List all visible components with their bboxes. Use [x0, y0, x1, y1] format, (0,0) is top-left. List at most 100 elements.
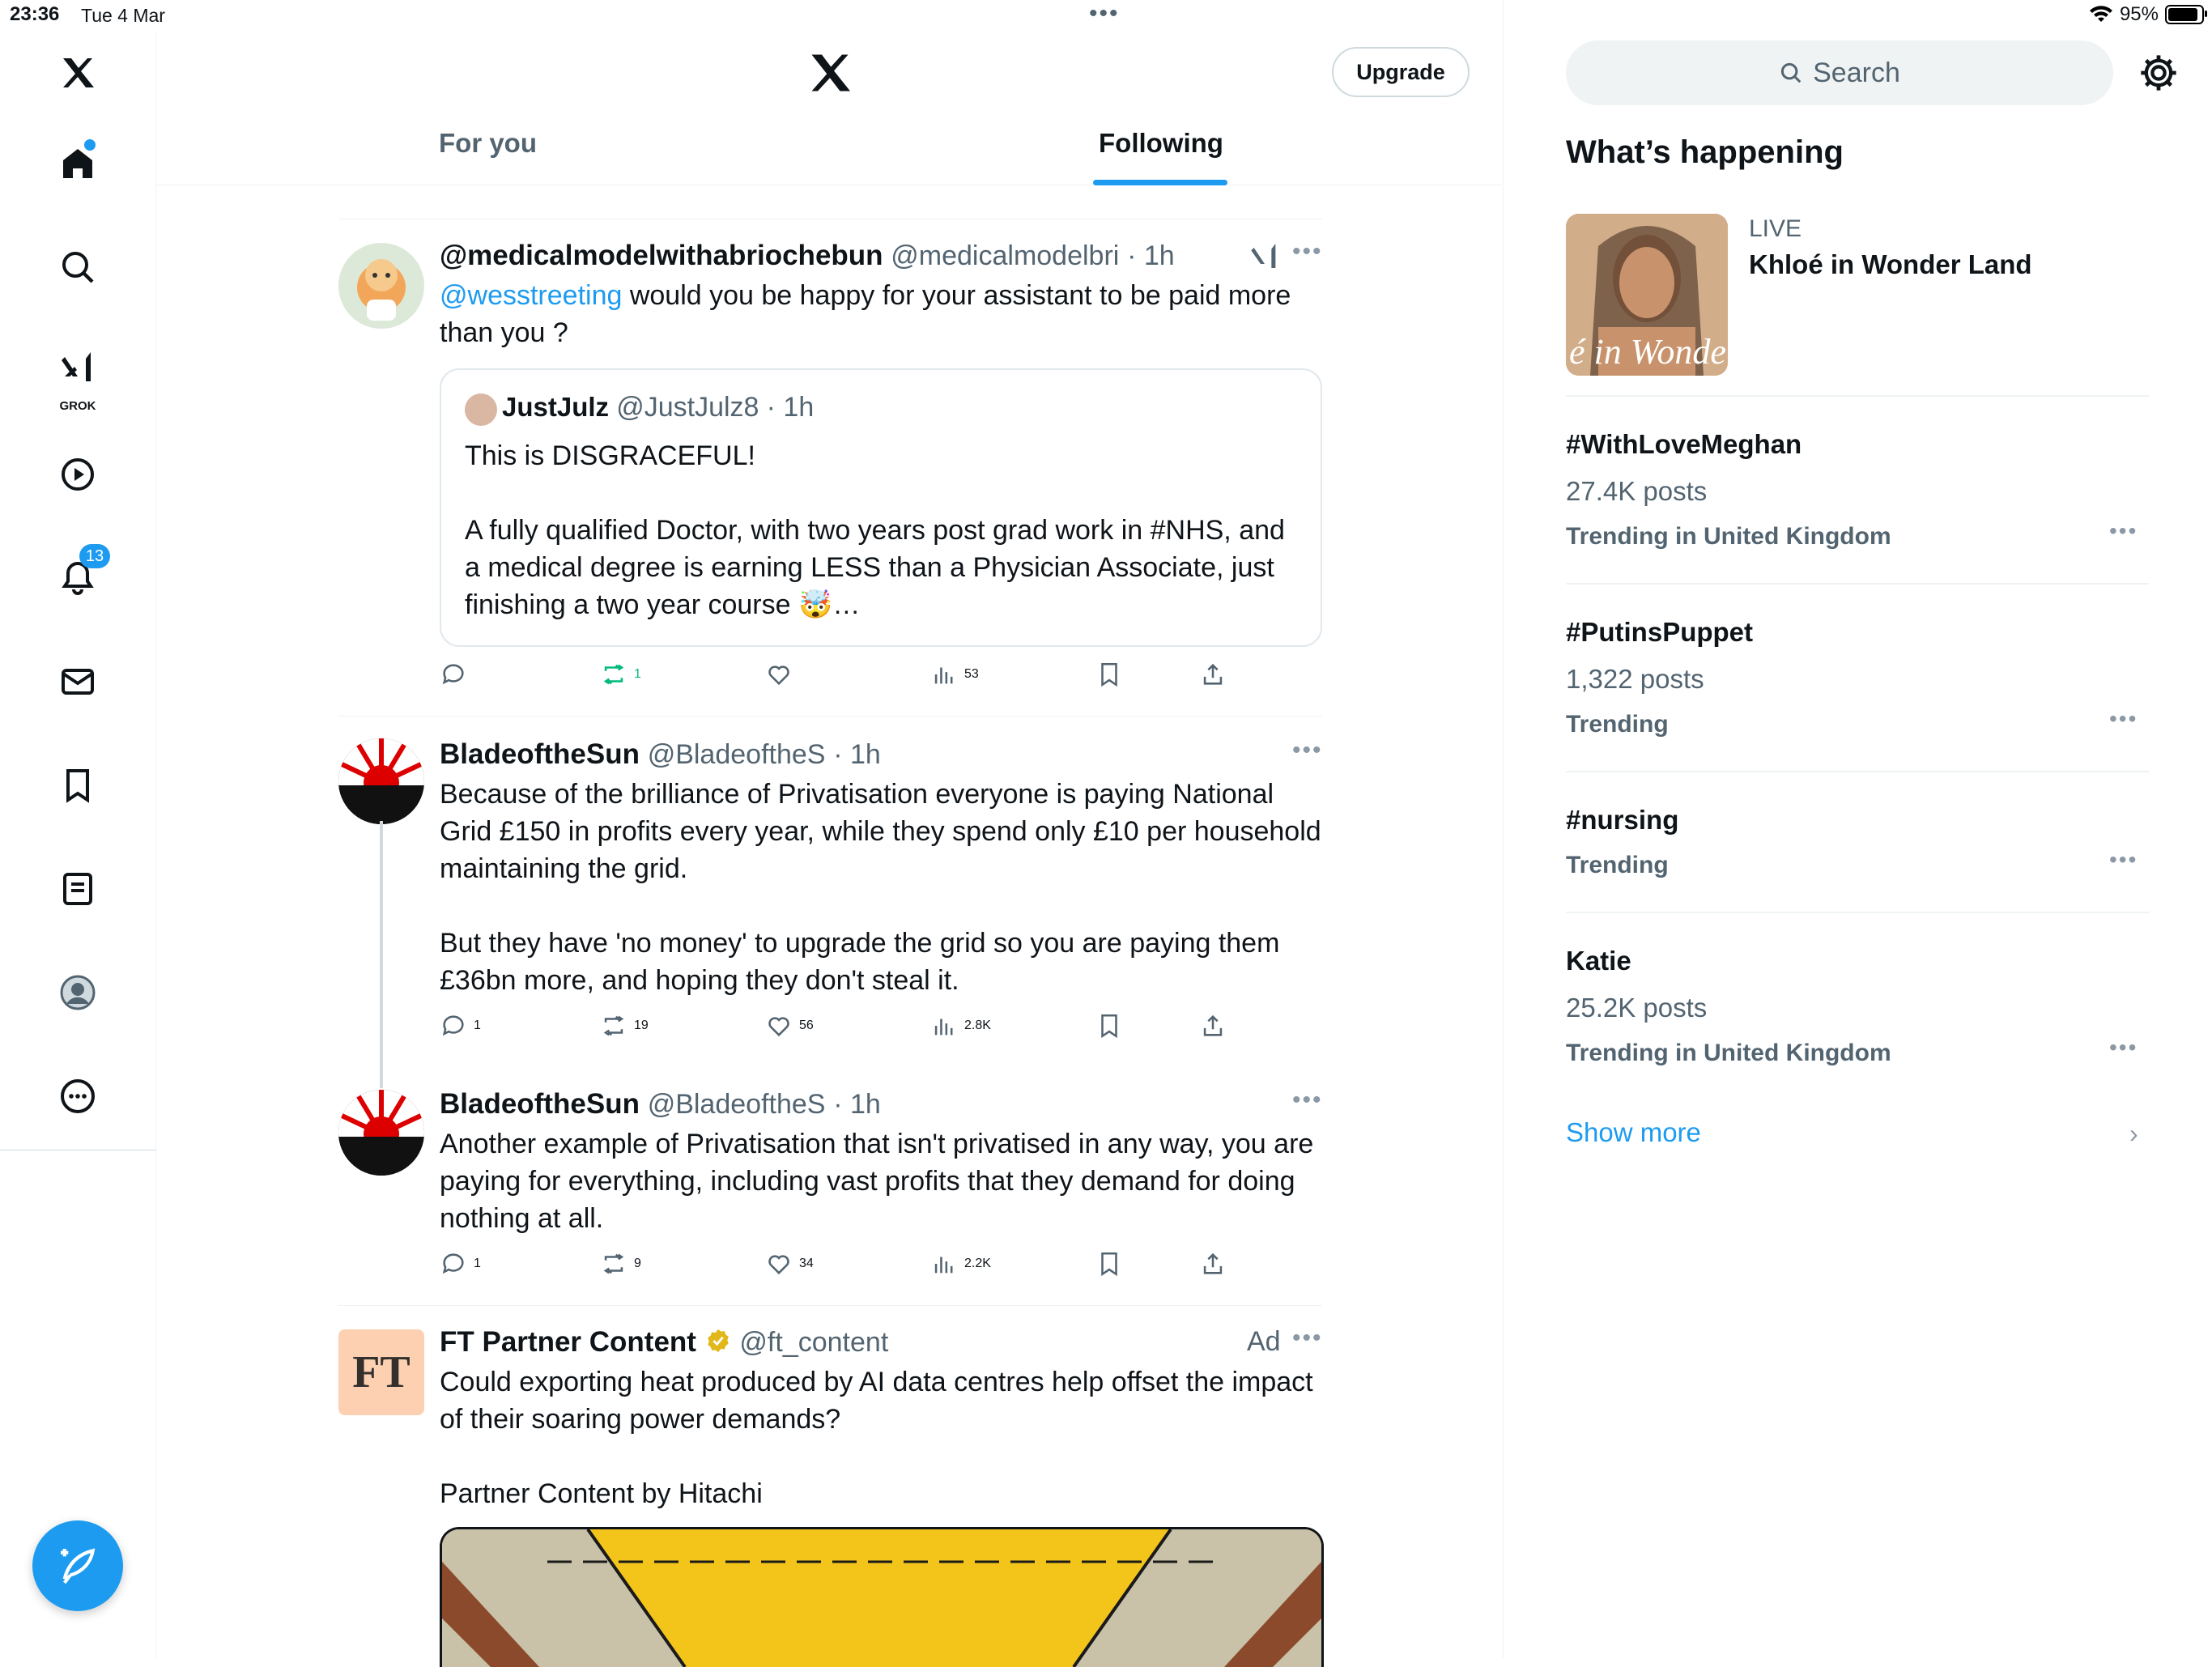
x-logo-icon[interactable]	[42, 37, 113, 108]
tweet-author: FT Partner Content @ft_content	[440, 1326, 888, 1359]
trend-separator	[1566, 771, 2149, 772]
tweet-more-icon[interactable]: •••	[1292, 737, 1323, 764]
like-button[interactable]: 34	[765, 1250, 814, 1278]
trend-posts: 1,322 posts	[1566, 664, 1704, 694]
views-icon	[934, 667, 953, 684]
avatar[interactable]	[338, 1090, 424, 1176]
author-name[interactable]: BladeoftheSun	[440, 1088, 640, 1120]
grok-explain-icon[interactable]	[1249, 240, 1281, 272]
like-button[interactable]	[765, 661, 799, 688]
tweet-author: BladeoftheSun @BladeoftheS · 1h	[440, 738, 881, 771]
messages-icon[interactable]	[42, 646, 113, 717]
heart-icon	[768, 666, 789, 686]
trend-more-icon[interactable]: •••	[2109, 706, 2138, 732]
trend-title[interactable]: #WithLoveMeghan	[1566, 429, 1802, 460]
reply-icon	[442, 664, 464, 685]
profile-avatar-icon[interactable]	[42, 957, 113, 1028]
tab-following[interactable]: Following	[1099, 128, 1223, 159]
live-event-title[interactable]: Khloé in Wonder Land	[1749, 249, 2032, 280]
notifications-badge: 13	[79, 544, 110, 568]
tweet-text: Could exporting heat produced by AI data…	[440, 1367, 1313, 1509]
repost-icon	[603, 1015, 624, 1036]
share-button[interactable]	[1199, 1012, 1227, 1040]
trend-more-icon[interactable]: •••	[2109, 518, 2138, 544]
whats-happening-title: What’s happening	[1566, 134, 1844, 170]
trend-more-icon[interactable]: •••	[2109, 1035, 2138, 1061]
lists-icon[interactable]	[42, 853, 113, 925]
author-handle[interactable]: @ft_content	[739, 1327, 888, 1358]
more-icon[interactable]	[42, 1061, 113, 1132]
ad-image[interactable]	[440, 1527, 1324, 1667]
share-button[interactable]	[1199, 661, 1227, 688]
trend-title[interactable]: #PutinsPuppet	[1566, 617, 1753, 648]
trend-context: Trending	[1566, 711, 1669, 738]
repost-icon	[603, 664, 624, 685]
bookmark-icon	[1101, 1252, 1117, 1277]
repost-button[interactable]: 1	[600, 661, 641, 688]
tweet-text: @wesstreeting would you be happy for you…	[440, 277, 1322, 351]
author-handle[interactable]: @medicalmodelbri	[891, 240, 1119, 271]
show-more-link[interactable]: Show more	[1566, 1117, 1701, 1148]
bookmark-button[interactable]	[1095, 1012, 1123, 1040]
ft-avatar[interactable]: FT	[338, 1329, 424, 1415]
home-icon[interactable]	[42, 128, 113, 199]
tweet-more-icon[interactable]: •••	[1292, 1325, 1323, 1352]
trend-more-icon[interactable]: •••	[2109, 847, 2138, 873]
tweet-actions: 1 9 34 2.2K	[440, 1250, 1322, 1282]
feed-divider	[338, 1305, 1322, 1306]
settings-gear-icon[interactable]	[2138, 52, 2180, 94]
tweet-more-icon[interactable]: •••	[1292, 1087, 1323, 1114]
verified-badge-icon	[707, 1329, 729, 1353]
mention-link[interactable]: @wesstreeting	[440, 280, 622, 311]
bookmark-button[interactable]	[1095, 661, 1123, 688]
trend-title[interactable]: #nursing	[1566, 805, 1678, 836]
views-button[interactable]: 2.2K	[930, 1250, 991, 1278]
repost-button[interactable]: 9	[600, 1250, 641, 1278]
search-bar[interactable]: Search	[1566, 40, 2113, 105]
share-icon	[1203, 1014, 1223, 1036]
grok-icon[interactable]: GROK	[42, 334, 113, 415]
compose-post-button[interactable]	[32, 1520, 123, 1611]
avatar[interactable]	[338, 243, 424, 329]
tweet-actions: 1 19 56 2.8K	[440, 1012, 1322, 1044]
author-handle[interactable]: @BladeoftheS	[648, 739, 826, 770]
trend-context: Trending in United Kingdom	[1566, 523, 1891, 550]
ad-label: Ad	[1247, 1326, 1281, 1357]
tweet-more-icon[interactable]: •••	[1292, 238, 1323, 266]
search-placeholder: Search	[1813, 57, 1900, 88]
bookmarks-icon[interactable]	[42, 750, 113, 821]
live-label: LIVE	[1749, 215, 1802, 242]
bookmark-button[interactable]	[1095, 1250, 1123, 1278]
home-unread-dot	[84, 139, 96, 151]
multitasking-dots[interactable]: •••	[1089, 0, 1120, 28]
trend-title[interactable]: Katie	[1566, 946, 1631, 976]
avatar[interactable]	[338, 738, 424, 824]
x-logo-center-icon[interactable]	[806, 49, 854, 97]
share-button[interactable]	[1199, 1250, 1227, 1278]
like-button[interactable]: 56	[765, 1012, 814, 1040]
reply-button[interactable]	[440, 661, 474, 688]
reply-button[interactable]: 1	[440, 1012, 481, 1040]
views-button[interactable]: 2.8K	[930, 1012, 991, 1040]
trend-context: Trending in United Kingdom	[1566, 1040, 1891, 1066]
search-icon[interactable]	[42, 232, 113, 303]
upgrade-button[interactable]: Upgrade	[1332, 47, 1470, 97]
quote-text: This is DISGRACEFUL! A fully qualified D…	[465, 440, 1285, 620]
repost-button[interactable]: 19	[600, 1012, 649, 1040]
live-event-image[interactable]: é in Wonder L	[1566, 214, 1728, 376]
author-handle[interactable]: @BladeoftheS	[648, 1089, 826, 1120]
video-icon[interactable]	[42, 439, 113, 510]
author-name[interactable]: FT Partner Content	[440, 1326, 696, 1358]
tab-for-you[interactable]: For you	[439, 128, 537, 159]
views-button[interactable]: 53	[930, 661, 979, 688]
tweet-text: Because of the brilliance of Privatisati…	[440, 779, 1321, 996]
feed-divider	[338, 716, 1322, 717]
chevron-right-icon[interactable]: ›	[2129, 1119, 2138, 1149]
reply-button[interactable]: 1	[440, 1250, 481, 1278]
views-icon	[934, 1257, 953, 1274]
author-name[interactable]: BladeoftheSun	[440, 738, 640, 770]
author-name[interactable]: @medicalmodelwithabriochebun	[440, 240, 883, 271]
compose-feather-icon	[61, 1548, 96, 1584]
repost-icon	[603, 1253, 624, 1274]
notifications-icon[interactable]: 13	[42, 542, 113, 614]
